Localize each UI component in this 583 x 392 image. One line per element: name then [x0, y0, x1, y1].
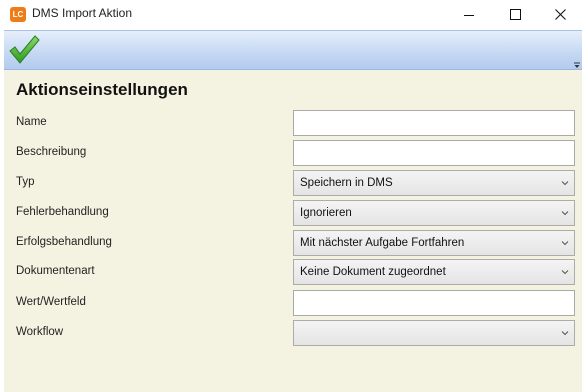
chevron-down-icon — [561, 181, 569, 186]
dokumentenart-label: Dokumentenart — [16, 265, 95, 277]
row-beschreibung: Beschreibung — [4, 140, 582, 166]
app-icon: LC — [10, 7, 26, 22]
row-erfolgsbehandlung: Erfolgsbehandlung Mit nächster Aufgabe F… — [4, 230, 582, 256]
chevron-down-icon — [561, 270, 569, 275]
window-title: DMS Import Aktion — [32, 6, 133, 20]
minimize-icon — [464, 14, 474, 16]
typ-select[interactable]: Speichern in DMS — [293, 170, 575, 196]
ribbon-toolbar — [4, 30, 582, 70]
chevron-down-icon — [561, 211, 569, 216]
erfolgsbehandlung-value: Mit nächster Aufgabe Fortfahren — [300, 237, 465, 249]
row-workflow: Workflow — [4, 320, 582, 346]
title-bar[interactable]: LC DMS Import Aktion — [0, 0, 583, 29]
close-button[interactable] — [537, 0, 583, 29]
close-icon — [554, 9, 566, 20]
row-wert: Wert/Wertfeld — [4, 290, 582, 316]
confirm-button[interactable] — [7, 33, 41, 67]
erfolgsbehandlung-label: Erfolgsbehandlung — [16, 236, 112, 248]
beschreibung-label: Beschreibung — [16, 146, 87, 158]
name-input[interactable] — [293, 110, 575, 136]
beschreibung-input[interactable] — [293, 140, 575, 166]
erfolgsbehandlung-select[interactable]: Mit nächster Aufgabe Fortfahren — [293, 230, 575, 256]
typ-label: Typ — [16, 176, 35, 188]
row-dokumentenart: Dokumentenart Keine Dokument zugeordnet — [4, 259, 582, 285]
dokumentenart-select[interactable]: Keine Dokument zugeordnet — [293, 259, 575, 285]
wert-input[interactable] — [293, 290, 575, 316]
chevron-down-icon — [561, 241, 569, 246]
name-label: Name — [16, 116, 47, 128]
workflow-select[interactable] — [293, 320, 575, 346]
fehlerbehandlung-select[interactable]: Ignorieren — [293, 200, 575, 226]
chevron-down-icon — [574, 62, 580, 68]
maximize-icon — [509, 9, 521, 20]
minimize-button[interactable] — [446, 0, 492, 29]
toolbar-overflow-button[interactable] — [573, 59, 581, 69]
dokumentenart-value: Keine Dokument zugeordnet — [300, 266, 446, 278]
typ-value: Speichern in DMS — [300, 177, 393, 189]
wert-label: Wert/Wertfeld — [16, 296, 86, 308]
row-fehlerbehandlung: Fehlerbehandlung Ignorieren — [4, 200, 582, 226]
row-typ: Typ Speichern in DMS — [4, 170, 582, 196]
maximize-button[interactable] — [492, 0, 538, 29]
row-name: Name — [4, 110, 582, 136]
workflow-label: Workflow — [16, 326, 64, 338]
chevron-down-icon — [561, 331, 569, 336]
check-icon — [9, 35, 40, 64]
section-title: Aktionseinstellungen — [16, 80, 188, 99]
fehlerbehandlung-label: Fehlerbehandlung — [16, 206, 109, 218]
fehlerbehandlung-value: Ignorieren — [300, 207, 352, 219]
settings-panel: Aktionseinstellungen Name Beschreibung T… — [4, 70, 582, 392]
